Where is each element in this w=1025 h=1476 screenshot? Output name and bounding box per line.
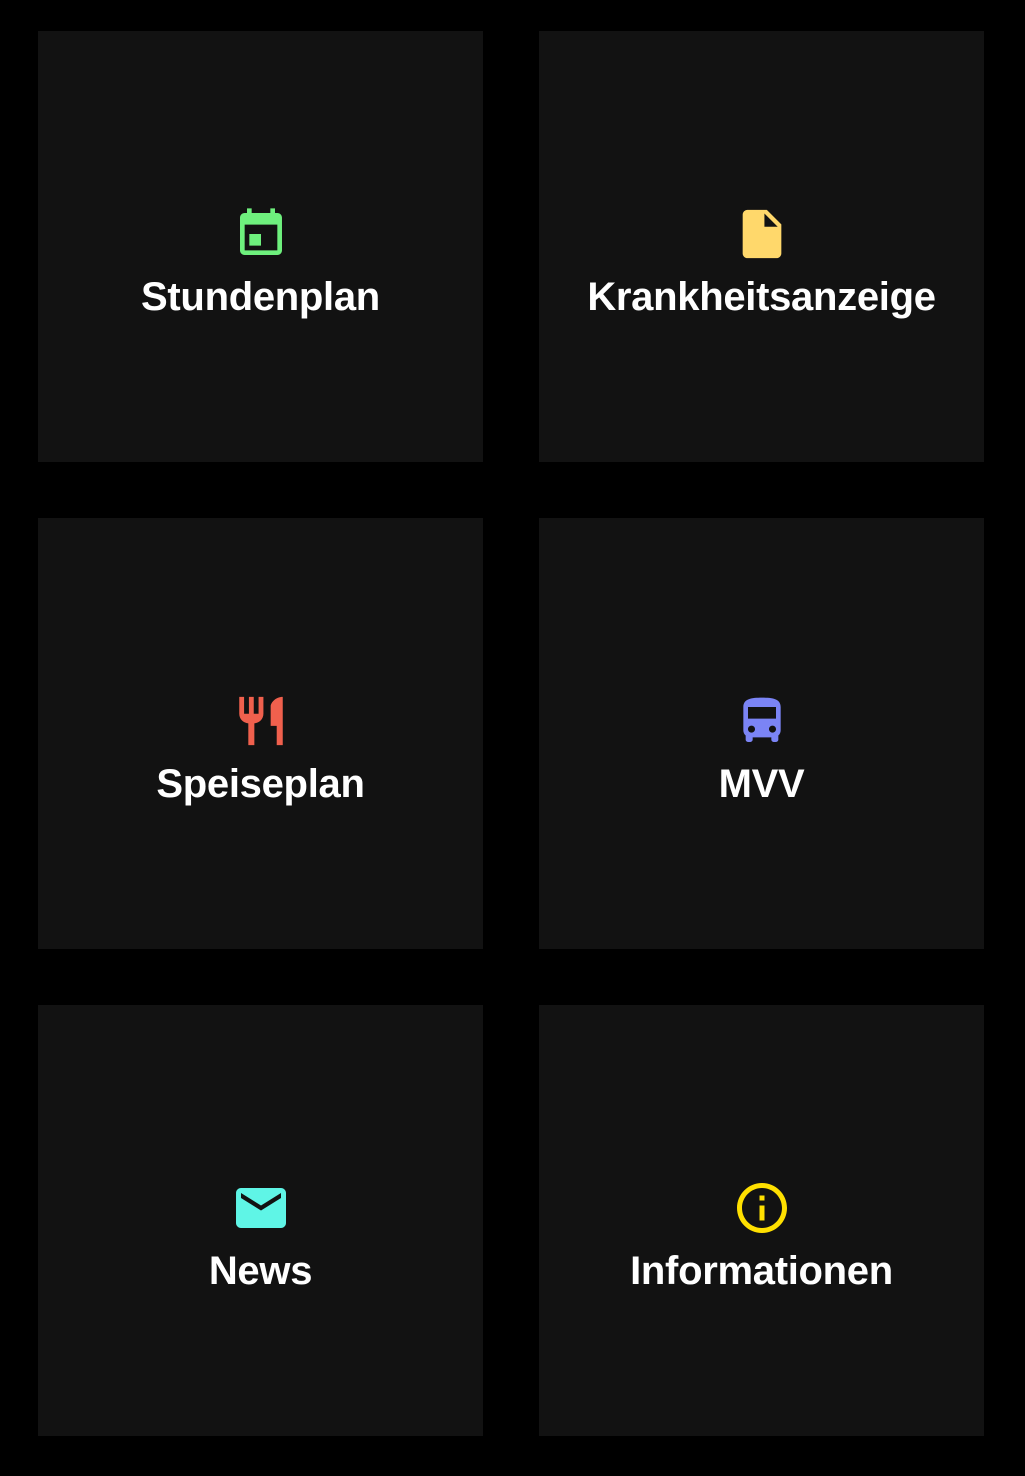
info-icon: [732, 1178, 792, 1238]
document-icon: [732, 204, 792, 264]
tile-news[interactable]: News: [38, 1005, 483, 1436]
bus-icon: [732, 691, 792, 751]
tile-label: MVV: [718, 762, 805, 806]
tile-label: Informationen: [630, 1249, 893, 1293]
tile-label: Stundenplan: [141, 275, 380, 319]
tile-stundenplan[interactable]: Stundenplan: [38, 31, 483, 462]
tile-krankheitsanzeige[interactable]: Krankheitsanzeige: [539, 31, 984, 462]
tile-label: News: [208, 1249, 313, 1293]
calendar-icon: [231, 204, 291, 264]
tile-label: Speiseplan: [156, 762, 365, 806]
restaurant-icon: [231, 691, 291, 751]
tile-mvv[interactable]: MVV: [539, 518, 984, 949]
tile-label: Krankheitsanzeige: [587, 275, 936, 319]
tile-informationen[interactable]: Informationen: [539, 1005, 984, 1436]
menu-grid: Stundenplan Krankheitsanzeige Speiseplan…: [38, 31, 984, 1436]
mail-icon: [231, 1178, 291, 1238]
tile-speiseplan[interactable]: Speiseplan: [38, 518, 483, 949]
